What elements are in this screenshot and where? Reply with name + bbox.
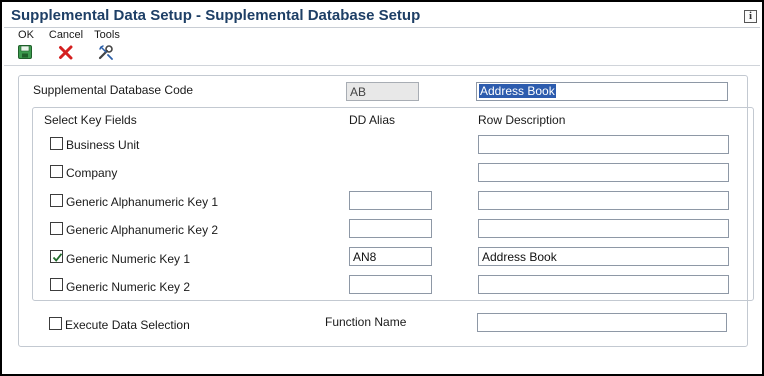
alphanumeric-key-1-label: Generic Alphanumeric Key 1	[66, 195, 219, 209]
ok-button[interactable]: OK	[16, 29, 36, 59]
alphanumeric-key-2-description-field[interactable]	[478, 219, 729, 238]
save-disk-icon	[17, 44, 33, 60]
db-code-field	[346, 82, 419, 101]
execute-data-selection-checkbox[interactable]	[49, 317, 62, 330]
numeric-key-2-alias-field[interactable]	[349, 275, 432, 294]
toolbar-divider	[4, 65, 760, 66]
alphanumeric-key-1-checkbox[interactable]	[50, 194, 63, 207]
ok-label: OK	[18, 29, 34, 41]
numeric-key-2-checkbox[interactable]	[50, 278, 63, 291]
alphanumeric-key-2-label: Generic Alphanumeric Key 2	[66, 223, 219, 237]
dd-alias-header: DD Alias	[349, 113, 396, 127]
function-name-label: Function Name	[325, 315, 407, 329]
application-window: Supplemental Data Setup - Supplemental D…	[0, 0, 764, 376]
numeric-key-1-alias-field[interactable]	[349, 247, 432, 266]
db-description-text: Address Book	[479, 84, 556, 98]
alphanumeric-key-2-checkbox[interactable]	[50, 222, 63, 235]
function-name-field[interactable]	[477, 313, 727, 332]
checkmark-icon	[52, 253, 63, 262]
tools-icon	[98, 44, 114, 60]
business-unit-description-field[interactable]	[478, 135, 729, 154]
title-bar: Supplemental Data Setup - Supplemental D…	[4, 4, 760, 26]
red-x-icon	[58, 44, 74, 60]
db-description-field[interactable]: Address Book	[476, 82, 728, 101]
tools-button[interactable]: Tools	[92, 29, 122, 60]
info-icon[interactable]: i	[744, 10, 757, 23]
numeric-key-1-label: Generic Numeric Key 1	[66, 252, 191, 266]
window-title: Supplemental Data Setup - Supplemental D…	[11, 7, 421, 24]
numeric-key-1-description-field[interactable]	[478, 247, 729, 266]
row-description-header: Row Description	[478, 113, 566, 127]
key-fields-header: Select Key Fields	[44, 113, 137, 127]
cancel-label: Cancel	[48, 29, 84, 41]
numeric-key-1-checkbox[interactable]	[50, 250, 63, 263]
execute-data-selection-label: Execute Data Selection	[65, 318, 190, 332]
cancel-button[interactable]: Cancel	[48, 29, 84, 60]
business-unit-checkbox[interactable]	[50, 137, 63, 150]
title-divider	[4, 27, 760, 28]
business-unit-label: Business Unit	[66, 138, 140, 152]
numeric-key-2-label: Generic Numeric Key 2	[66, 280, 191, 294]
alphanumeric-key-2-alias-field[interactable]	[349, 219, 432, 238]
alphanumeric-key-1-description-field[interactable]	[478, 191, 729, 210]
company-label: Company	[66, 166, 118, 180]
db-code-label: Supplemental Database Code	[33, 83, 194, 97]
alphanumeric-key-1-alias-field[interactable]	[349, 191, 432, 210]
tools-label: Tools	[94, 29, 120, 41]
company-checkbox[interactable]	[50, 165, 63, 178]
company-description-field[interactable]	[478, 163, 729, 182]
numeric-key-2-description-field[interactable]	[478, 275, 729, 294]
